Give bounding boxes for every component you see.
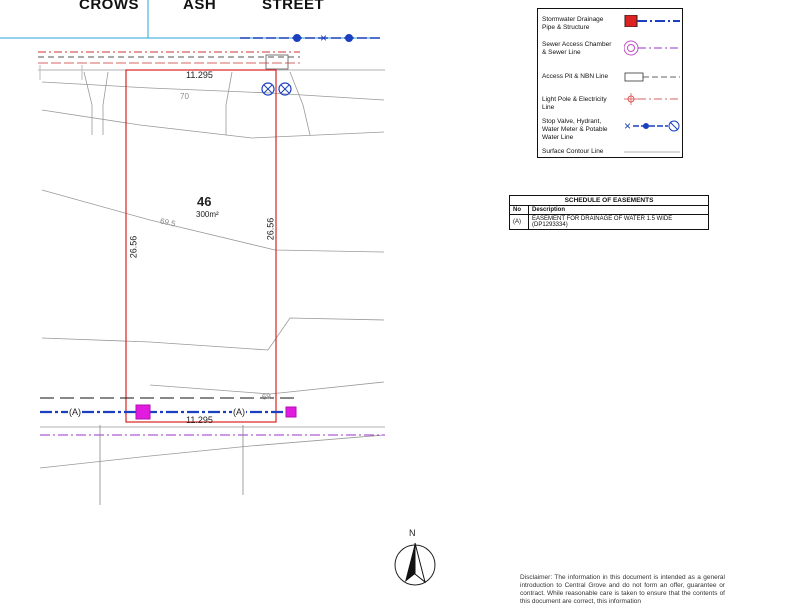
legend-label-sewer: Sewer Access Chamber & Sewer Line (542, 41, 612, 56)
stormwater-pit-icon (285, 406, 297, 418)
street-name-street: STREET (262, 0, 325, 13)
contour-69-5 (41, 189, 385, 253)
dimension-side-left: 26.56 (128, 235, 139, 259)
easement-no: (A) (509, 214, 529, 230)
light-pole-icon (624, 93, 680, 105)
north-arrow-icon (394, 542, 436, 586)
dimension-frontage-top: 11.295 (186, 70, 213, 80)
easement-marker-left: (A) (68, 407, 82, 417)
svg-text:×: × (624, 119, 631, 133)
legend-label-water: Stop Valve, Hydrant, Water Meter & Potab… (542, 118, 608, 141)
legend-label-stormwater: Stormwater Drainage Pipe & Structure (542, 16, 604, 31)
lot-number[interactable]: 46 (197, 194, 211, 209)
column-header-no: No (509, 205, 529, 215)
easements-table: SCHEDULE OF EASEMENTS No Description (A)… (509, 195, 709, 230)
legend-label-nbn: Access Pit & NBN Line (542, 73, 609, 80)
access-pit-icon (624, 72, 680, 82)
lot-area: 300m² (196, 210, 219, 219)
sewer-chamber-icon (624, 40, 680, 56)
street-name-crows: CROWS (79, 0, 139, 13)
water-valve-icon: × (624, 119, 680, 133)
disclaimer-text: Disclaimer: The information in this docu… (520, 574, 725, 605)
contour-label-70: 70 (180, 92, 189, 101)
dimension-frontage-bottom: 11.295 (186, 415, 213, 425)
contour-70 (41, 81, 385, 101)
water-meter-icon (293, 34, 301, 42)
easement-marker-right: (A) (232, 407, 246, 417)
contour-69-3 (41, 317, 385, 351)
contour-label-69: 69 (261, 391, 272, 402)
contour-69-7 (41, 109, 385, 139)
contour-bottom (39, 434, 385, 469)
north-label: N (409, 528, 416, 538)
dimension-side-right: 26.56 (265, 217, 276, 241)
stop-valve-icon: × (320, 31, 327, 45)
stormwater-pit-icon (135, 404, 151, 420)
easement-description: EASEMENT FOR DRAINAGE OF WATER 1.5 WIDE … (528, 214, 709, 230)
lot-boundary[interactable] (125, 69, 277, 423)
legend-label-contour: Surface Contour Line (542, 148, 604, 155)
contour-line-icon (624, 151, 680, 153)
table-row: (A) EASEMENT FOR DRAINAGE OF WATER 1.5 W… (509, 214, 709, 230)
legend-label-electricity: Light Pole & Electricity Line (542, 96, 607, 111)
hydrant-icon (345, 34, 353, 42)
street-name-ash: ASH (183, 0, 217, 13)
stormwater-drainage-icon (624, 15, 680, 27)
legend-box: Stormwater Drainage Pipe & Structure Sew… (537, 8, 683, 158)
easements-title: SCHEDULE OF EASEMENTS (509, 195, 709, 206)
column-header-description: Description (528, 205, 709, 215)
